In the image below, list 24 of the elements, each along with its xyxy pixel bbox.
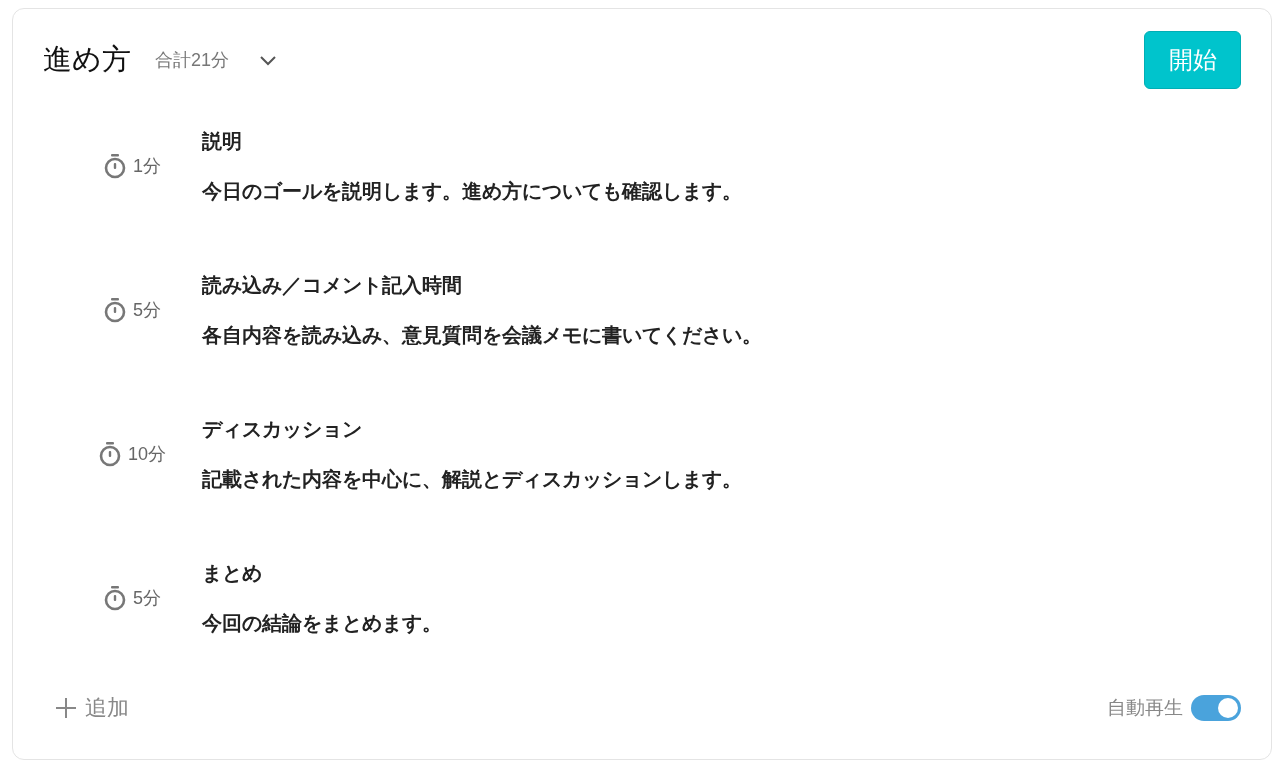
step-description: 各自内容を読み込み、意見質問を会議メモに書いてください。 — [202, 323, 763, 348]
start-button[interactable]: 開始 — [1144, 31, 1241, 89]
step-title: ディスカッション — [202, 417, 363, 442]
step-description: 記載された内容を中心に、解説とディスカッションします。 — [202, 467, 743, 492]
step-title: まとめ — [202, 561, 263, 586]
autoplay-label: 自動再生 — [1107, 696, 1183, 720]
stopwatch-icon — [98, 441, 122, 467]
step-description: 今日のゴールを説明します。進め方についても確認します。 — [202, 179, 743, 204]
plus-icon — [55, 697, 77, 719]
autoplay-switch[interactable] — [1191, 695, 1241, 721]
stopwatch-icon — [103, 585, 127, 611]
step-title: 読み込み／コメント記入時間 — [202, 273, 463, 298]
step-duration: 5分 — [133, 299, 161, 322]
add-button[interactable]: 追加 — [43, 693, 129, 723]
step-duration: 10分 — [128, 443, 166, 466]
stopwatch-icon — [103, 297, 127, 323]
stopwatch-icon — [103, 153, 127, 179]
step-duration: 5分 — [133, 587, 161, 610]
step-title: 説明 — [202, 129, 243, 154]
step-duration: 1分 — [133, 155, 161, 178]
expand-toggle[interactable] — [259, 54, 278, 66]
step-description: 今回の結論をまとめます。 — [202, 611, 443, 636]
total-time: 合計21分 — [155, 49, 230, 72]
section-title: 進め方 — [43, 42, 131, 77]
